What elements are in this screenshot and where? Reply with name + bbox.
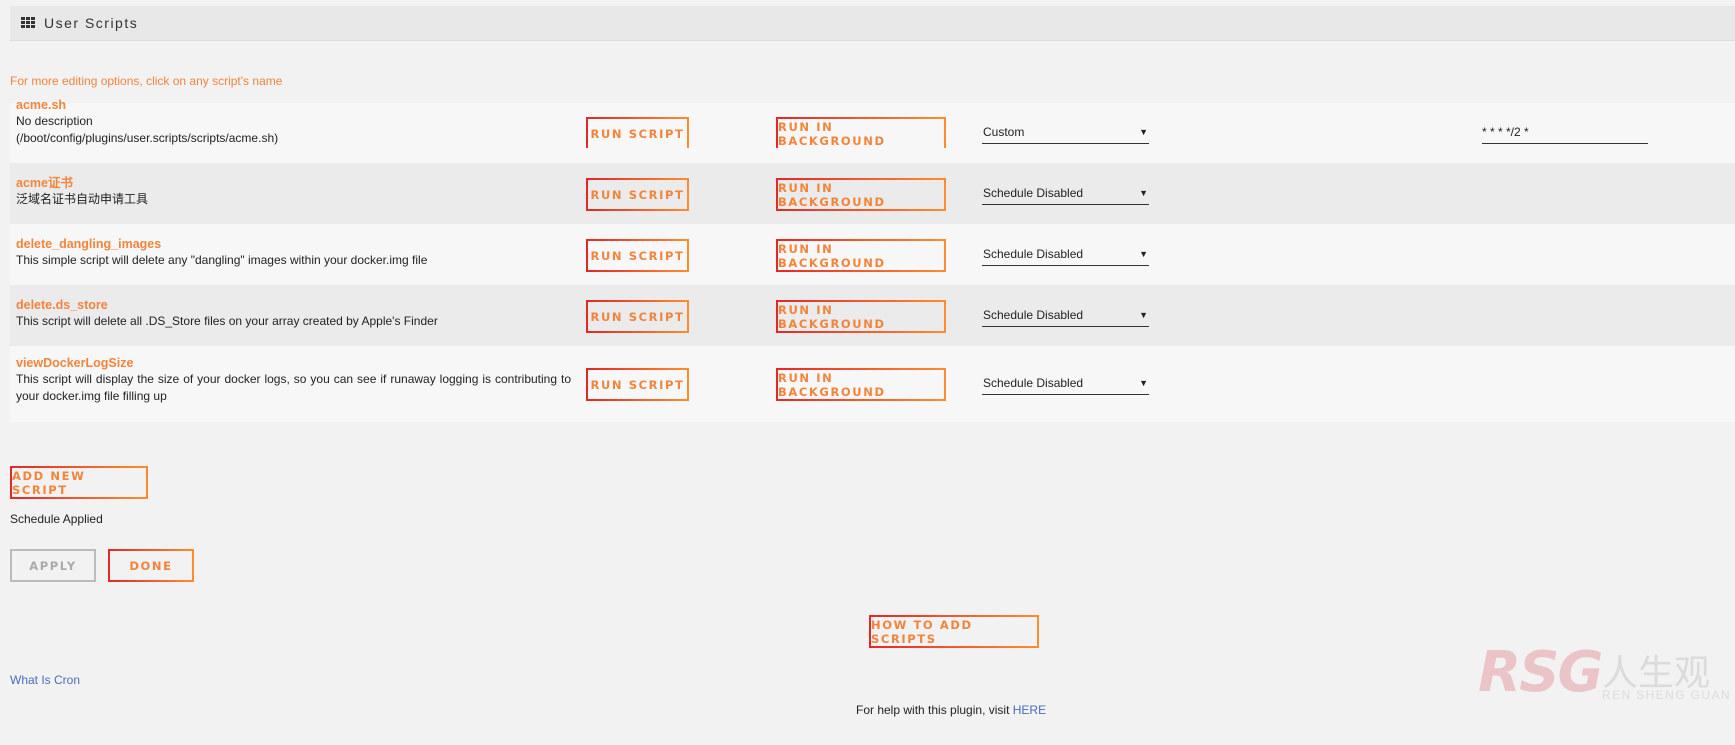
schedule-select[interactable]: Schedule Disabled ▼	[982, 371, 1149, 395]
help-here-link[interactable]: HERE	[1013, 703, 1046, 717]
help-label: For help with this plugin, visit	[856, 703, 1013, 717]
run-script-button[interactable]: RUN SCRIPT	[586, 300, 689, 333]
script-name-link[interactable]: acme证书	[16, 175, 571, 191]
schedule-value: Schedule Disabled	[983, 375, 1084, 390]
run-script-button[interactable]: RUN SCRIPT	[586, 178, 689, 211]
schedule-select[interactable]: Schedule Disabled ▼	[982, 303, 1149, 327]
caret-down-icon: ▼	[1139, 377, 1148, 388]
watermark-en: REN SHENG GUAN	[1602, 688, 1731, 702]
script-row-delete-dangling-images: delete_dangling_images This simple scrip…	[10, 224, 1735, 285]
page-title: User Scripts	[44, 15, 139, 31]
script-name-link[interactable]: acme.sh	[16, 97, 571, 113]
schedule-value: Schedule Disabled	[983, 246, 1084, 261]
add-new-script-button[interactable]: ADD NEW SCRIPT	[10, 466, 148, 499]
scripts-table: acme.sh No description (/boot/config/plu…	[10, 98, 1735, 422]
schedule-select[interactable]: Custom ▼	[982, 120, 1149, 144]
run-in-background-button[interactable]: RUN IN BACKGROUND	[776, 239, 946, 272]
run-in-background-button[interactable]: RUN IN BACKGROUND	[776, 117, 946, 150]
schedule-select[interactable]: Schedule Disabled ▼	[982, 181, 1149, 205]
script-row-acme-sh: acme.sh No description (/boot/config/plu…	[10, 98, 1735, 150]
how-to-add-scripts-button[interactable]: HOW TO ADD SCRIPTS	[869, 615, 1039, 648]
watermark-rsg: RSG	[1478, 640, 1603, 705]
grid-icon	[21, 17, 35, 29]
script-info: acme证书 泛域名证书自动申请工具	[16, 175, 571, 208]
run-in-background-button[interactable]: RUN IN BACKGROUND	[776, 368, 946, 401]
caret-down-icon: ▼	[1139, 248, 1148, 259]
caret-down-icon: ▼	[1139, 187, 1148, 198]
schedule-value: Custom	[983, 124, 1025, 139]
page-header: User Scripts	[10, 6, 1735, 41]
script-info: viewDockerLogSize This script will displ…	[16, 355, 571, 405]
script-name-link[interactable]: delete_dangling_images	[16, 236, 571, 252]
run-in-background-button[interactable]: RUN IN BACKGROUND	[776, 178, 946, 211]
script-name-link[interactable]: viewDockerLogSize	[16, 355, 571, 371]
script-description: No description	[16, 114, 93, 128]
script-description: This script will display the size of you…	[16, 372, 571, 403]
schedule-status: Schedule Applied	[10, 512, 103, 526]
script-description: 泛域名证书自动申请工具	[16, 192, 149, 206]
run-script-button[interactable]: RUN SCRIPT	[586, 368, 689, 401]
script-row-delete-ds-store: delete.ds_store This script will delete …	[10, 285, 1735, 346]
script-info: delete.ds_store This script will delete …	[16, 297, 571, 330]
script-description: (/boot/config/plugins/user.scripts/scrip…	[16, 131, 279, 145]
script-info: acme.sh No description (/boot/config/plu…	[16, 97, 571, 147]
script-name-link[interactable]: delete.ds_store	[16, 297, 571, 313]
row-spacer	[10, 148, 1735, 163]
caret-down-icon: ▼	[1139, 309, 1148, 320]
cron-input[interactable]: * * * */2 *	[1482, 120, 1648, 144]
run-script-button[interactable]: RUN SCRIPT	[586, 117, 689, 150]
apply-button[interactable]: APPLY	[10, 549, 96, 582]
done-button[interactable]: DONE	[108, 549, 194, 582]
schedule-value: Schedule Disabled	[983, 307, 1084, 322]
script-info: delete_dangling_images This simple scrip…	[16, 236, 571, 269]
script-description: This simple script will delete any "dang…	[16, 253, 428, 267]
caret-down-icon: ▼	[1139, 126, 1148, 137]
what-is-cron-link[interactable]: What Is Cron	[10, 673, 80, 687]
schedule-value: Schedule Disabled	[983, 185, 1084, 200]
help-text: For help with this plugin, visit HERE	[856, 703, 1046, 717]
run-script-button[interactable]: RUN SCRIPT	[586, 239, 689, 272]
script-row-view-docker-log-size: viewDockerLogSize This script will displ…	[10, 346, 1735, 422]
schedule-select[interactable]: Schedule Disabled ▼	[982, 242, 1149, 266]
script-description: This script will delete all .DS_Store fi…	[16, 314, 438, 328]
run-in-background-button[interactable]: RUN IN BACKGROUND	[776, 300, 946, 333]
script-row-acme-cert: acme证书 泛域名证书自动申请工具 RUN SCRIPT RUN IN BAC…	[10, 163, 1735, 224]
watermark-logo: RSG 人生观 REN SHENG GUAN	[1478, 640, 1733, 710]
editing-hint: For more editing options, click on any s…	[10, 74, 283, 88]
